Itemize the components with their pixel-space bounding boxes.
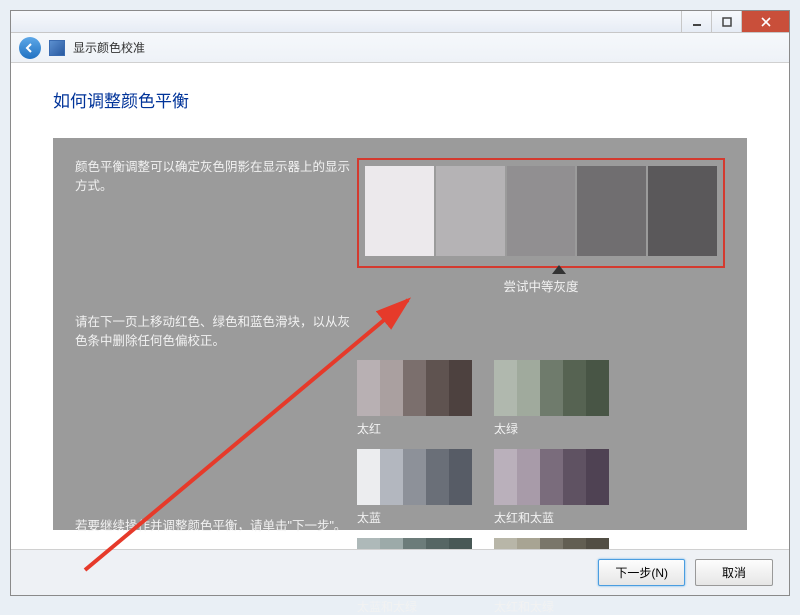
pointer-icon xyxy=(552,265,566,274)
color-swatch xyxy=(357,360,472,416)
maximize-button[interactable] xyxy=(711,11,741,32)
back-button[interactable] xyxy=(19,37,41,59)
color-swatch xyxy=(494,449,609,505)
swatch-item: 太绿 xyxy=(494,360,609,437)
titlebar xyxy=(11,11,789,33)
main-swatch-label: 尝试中等灰度 xyxy=(357,276,725,295)
swatch-label: 太蓝和太绿 xyxy=(357,598,472,615)
close-button[interactable] xyxy=(741,11,789,32)
swatch-item: 太红和太蓝 xyxy=(494,449,609,526)
swatch-item: 太蓝 xyxy=(357,449,472,526)
swatch-item: 太红 xyxy=(357,360,472,437)
content-area: 如何调整颜色平衡 颜色平衡调整可以确定灰色阴影在显示器上的显示方式。 尝试中等灰… xyxy=(11,63,789,549)
intro-text-3: 若要继续操作并调整颜色平衡，请单击"下一步"。 xyxy=(75,517,357,536)
color-swatch xyxy=(494,360,609,416)
instruction-panel: 颜色平衡调整可以确定灰色阴影在显示器上的显示方式。 尝试中等灰度 请在下一页上移… xyxy=(53,138,747,530)
swatch-label: 太绿 xyxy=(494,420,609,437)
intro-text-2: 请在下一页上移动红色、绿色和蓝色滑块，以从灰色条中删除任何色偏校正。 xyxy=(75,313,357,352)
navbar: 显示颜色校准 xyxy=(11,33,789,63)
main-swatch-highlight xyxy=(357,158,725,268)
app-icon xyxy=(49,40,65,56)
nav-title: 显示颜色校准 xyxy=(73,39,145,56)
footer: 下一步(N) 取消 xyxy=(11,549,789,595)
swatch-label: 太红和太绿 xyxy=(494,598,609,615)
cancel-button[interactable]: 取消 xyxy=(695,559,773,586)
dialog-window: 显示颜色校准 如何调整颜色平衡 颜色平衡调整可以确定灰色阴影在显示器上的显示方式… xyxy=(10,10,790,596)
neutral-gray-swatch xyxy=(365,166,717,256)
next-button[interactable]: 下一步(N) xyxy=(598,559,685,586)
swatch-label: 太红和太蓝 xyxy=(494,509,609,526)
color-swatch xyxy=(357,449,472,505)
swatch-label: 太蓝 xyxy=(357,509,472,526)
page-heading: 如何调整颜色平衡 xyxy=(53,87,747,112)
minimize-button[interactable] xyxy=(681,11,711,32)
intro-text-1: 颜色平衡调整可以确定灰色阴影在显示器上的显示方式。 xyxy=(75,158,357,295)
swatch-label: 太红 xyxy=(357,420,472,437)
